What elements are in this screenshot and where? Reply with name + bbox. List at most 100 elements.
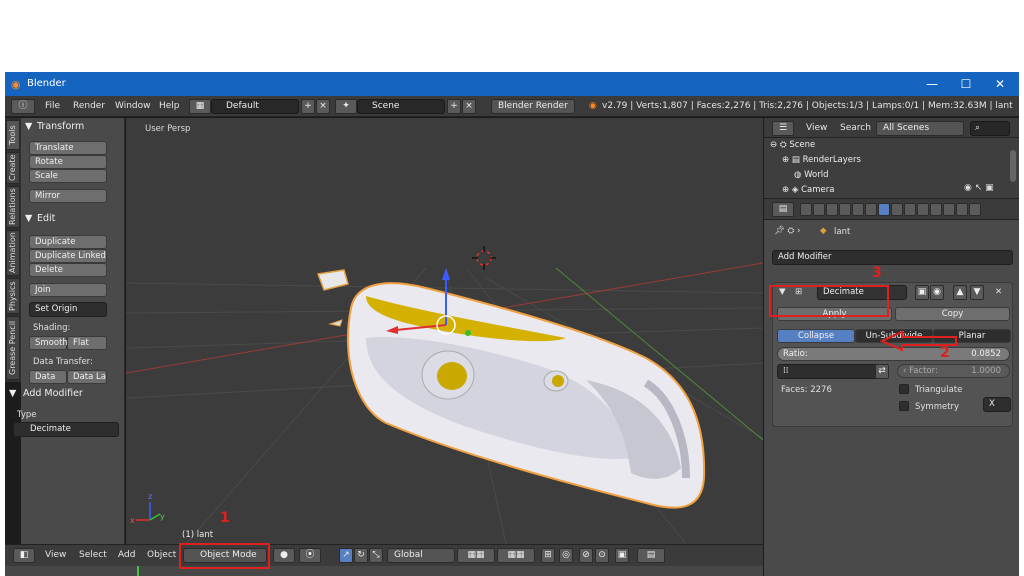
layout-add-icon[interactable]: + — [301, 99, 315, 114]
visibility-eye-icon[interactable]: ◉ ↖ ▣ — [964, 183, 994, 193]
menu-help[interactable]: Help — [159, 99, 180, 114]
outliner-scrollbar[interactable] — [1010, 150, 1016, 182]
extra2-tab-icon[interactable] — [969, 203, 981, 216]
layers-icon[interactable]: ▦▦ — [457, 548, 495, 563]
move-up-icon[interactable]: ▲ — [953, 285, 967, 300]
menu-add[interactable]: Add — [118, 548, 135, 563]
remove-modifier-icon[interactable]: ✕ — [995, 287, 1002, 297]
manipulator-icon[interactable]: ↗ — [339, 548, 353, 563]
pivot-point-icon[interactable]: ⦿ — [299, 548, 321, 563]
modifiers-tab-icon[interactable] — [878, 203, 890, 216]
snap-element-icon[interactable]: ⊙ — [595, 548, 609, 563]
menu-window[interactable]: Window — [115, 99, 151, 114]
copy-button[interactable]: Copy — [895, 307, 1010, 321]
editor-type-info-icon[interactable]: ⓘ — [11, 99, 35, 114]
transform-panel-toggle-icon[interactable]: ▼ — [25, 121, 32, 132]
rotate-button[interactable]: Rotate — [29, 155, 107, 169]
scene-icon[interactable]: ✦ — [335, 99, 357, 114]
extra-tab-icon[interactable] — [956, 203, 968, 216]
duplicate-linked-button[interactable]: Duplicate Linked — [29, 249, 107, 263]
scale-manipulator-icon[interactable]: ⤡ — [369, 548, 383, 563]
join-button[interactable]: Join — [29, 283, 107, 297]
tab-physics[interactable]: Physics — [6, 278, 20, 314]
symmetry-axis-dropdown[interactable]: X — [983, 397, 1011, 412]
outliner-search-input[interactable]: ⌕ — [970, 121, 1010, 136]
layout-field[interactable]: Default — [211, 99, 299, 114]
tab-create[interactable]: Create — [6, 152, 20, 184]
outliner-row-world[interactable]: ◍ World — [794, 168, 1019, 183]
current-frame-marker[interactable] — [137, 566, 139, 576]
edit-panel-header[interactable]: Edit — [37, 213, 55, 224]
add-modifier-panel-header[interactable]: Add Modifier — [23, 388, 83, 399]
outliner-row-renderlayers[interactable]: ⊕ ▤ RenderLayers — [782, 153, 1019, 168]
outliner-filter-dropdown[interactable]: All Scenes — [876, 121, 964, 136]
outliner-menu-view[interactable]: View — [806, 121, 827, 136]
render-toggle-icon[interactable]: ◉ — [930, 285, 944, 300]
tab-grease-pencil[interactable]: Grease Pencil — [6, 316, 20, 380]
3d-viewport[interactable]: User Persp z y x (1) lant — [126, 118, 763, 544]
physics-tab-icon[interactable] — [943, 203, 955, 216]
render-engine-dropdown[interactable]: Blender Render — [491, 99, 575, 114]
data-tab-icon[interactable] — [891, 203, 903, 216]
layers-more-icon[interactable]: ▦▦ — [497, 548, 535, 563]
factor-field[interactable]: ‹ Factor: 1.0000 — [897, 364, 1010, 378]
editor-type-3d-icon[interactable]: ◧ — [13, 548, 35, 563]
symmetry-checkbox[interactable] — [899, 401, 909, 411]
object-tab-icon[interactable] — [852, 203, 864, 216]
data-transfer-button[interactable]: Data — [29, 370, 67, 384]
scene-tab-icon[interactable] — [826, 203, 838, 216]
scene-add-icon[interactable]: + — [447, 99, 461, 114]
maximize-button[interactable]: ☐ — [951, 75, 981, 93]
modifier-type-dropdown[interactable]: Decimate — [13, 422, 119, 437]
translate-button[interactable]: Translate — [29, 141, 107, 155]
duplicate-button[interactable]: Duplicate — [29, 235, 107, 249]
render-animation-icon[interactable]: ▤ — [637, 548, 665, 563]
snap-icon[interactable]: ◎ — [559, 548, 573, 563]
constraints-tab-icon[interactable] — [865, 203, 877, 216]
proportional-icon[interactable]: ⊘ — [579, 548, 593, 563]
smooth-button[interactable]: Smooth — [29, 336, 68, 350]
edit-mode-toggle-icon[interactable]: ▣ — [915, 285, 929, 300]
vertex-group-field[interactable]: ⁞⁞ — [777, 364, 887, 379]
timeline-strip[interactable] — [5, 566, 763, 576]
scale-button[interactable]: Scale — [29, 169, 107, 183]
move-down-icon[interactable]: ▼ — [970, 285, 984, 300]
data-layout-button[interactable]: Data La — [67, 370, 107, 384]
rotate-manipulator-icon[interactable]: ↻ — [354, 548, 368, 563]
opengl-render-icon[interactable]: ▣ — [615, 548, 629, 563]
delete-button[interactable]: Delete — [29, 263, 107, 277]
shading-mode-icon[interactable]: ● — [273, 548, 295, 563]
tab-collapse[interactable]: Collapse — [777, 329, 855, 343]
tab-animation[interactable]: Animation — [6, 230, 20, 276]
tab-relations[interactable]: Relations — [6, 186, 20, 228]
menu-object[interactable]: Object — [147, 548, 176, 563]
layout-remove-icon[interactable]: × — [316, 99, 330, 114]
flat-button[interactable]: Flat — [67, 336, 107, 350]
outliner-menu-search[interactable]: Search — [840, 121, 871, 136]
transform-panel-header[interactable]: Transform — [37, 121, 84, 132]
editor-type-outliner-icon[interactable]: ☰ — [772, 121, 794, 136]
orientation-dropdown[interactable]: Global — [387, 548, 455, 563]
render-tab-icon[interactable] — [800, 203, 812, 216]
material-tab-icon[interactable] — [904, 203, 916, 216]
world-tab-icon[interactable] — [839, 203, 851, 216]
triangulate-checkbox[interactable] — [899, 384, 909, 394]
layout-grid-icon[interactable]: ▦ — [189, 99, 211, 114]
add-modifier-dropdown[interactable]: Add Modifier — [772, 250, 1013, 265]
set-origin-dropdown[interactable]: Set Origin — [29, 302, 107, 317]
pin-icon[interactable]: 📌︎ ⛭ › — [774, 226, 800, 236]
minimize-button[interactable]: — — [917, 75, 947, 93]
add-modifier-panel-toggle-icon[interactable]: ▼ — [9, 388, 16, 399]
texture-tab-icon[interactable] — [917, 203, 929, 216]
tab-tools[interactable]: Tools — [6, 120, 20, 150]
menu-file[interactable]: File — [45, 99, 60, 114]
invert-vertex-group-icon[interactable]: ⇄ — [875, 364, 889, 379]
menu-select[interactable]: Select — [79, 548, 107, 563]
outliner-row-scene[interactable]: ⊖ ⛭ Scene — [770, 138, 1015, 153]
scene-field[interactable]: Scene — [357, 99, 445, 114]
menu-render[interactable]: Render — [73, 99, 105, 114]
edit-panel-toggle-icon[interactable]: ▼ — [25, 213, 32, 224]
close-button[interactable]: ✕ — [985, 75, 1015, 93]
mirror-button[interactable]: Mirror — [29, 189, 107, 203]
scene-remove-icon[interactable]: × — [462, 99, 476, 114]
